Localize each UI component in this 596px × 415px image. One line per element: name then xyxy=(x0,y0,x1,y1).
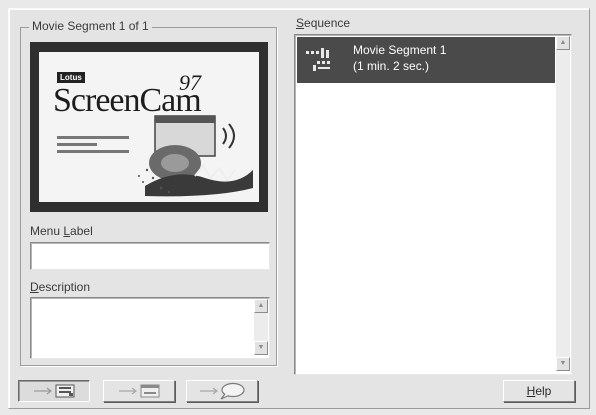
menu-label-caption: Menu Label xyxy=(30,224,93,238)
sequence-caption: Sequence xyxy=(296,16,351,30)
scroll-down-button[interactable]: ▼ xyxy=(254,341,268,355)
screencam-graphic-icon xyxy=(138,115,253,197)
screen-segment-button[interactable] xyxy=(18,380,90,402)
preview-caption-lines xyxy=(57,136,129,157)
sequence-scrollbar[interactable]: ▲ ▼ xyxy=(556,36,570,371)
preview-frame: Lotus ScreenCam 97 xyxy=(39,52,259,202)
balloon-segment-button[interactable] xyxy=(186,380,258,402)
segment-title: Movie Segment 1 xyxy=(353,43,447,57)
segment-caption-icon xyxy=(119,384,160,398)
list-item[interactable]: Movie Segment 1 (1 min. 2 sec.) xyxy=(297,37,555,83)
segment-screen-icon xyxy=(34,384,75,398)
movie-segment-group-title: Movie Segment 1 of 1 xyxy=(29,19,152,33)
segment-preview: Lotus ScreenCam 97 xyxy=(30,42,268,212)
scroll-up-button[interactable]: ▲ xyxy=(254,299,268,313)
description-scrollbar[interactable]: ▲ ▼ xyxy=(254,299,268,355)
description-caption: Description xyxy=(30,280,91,294)
sequence-list[interactable]: Movie Segment 1 (1 min. 2 sec.) ▲ ▼ xyxy=(294,34,572,375)
help-button[interactable]: Help xyxy=(503,380,575,402)
preview-version: 97 xyxy=(179,70,201,95)
menu-label-input[interactable] xyxy=(30,242,270,270)
caption-segment-button[interactable] xyxy=(103,380,175,402)
segment-duration: (1 min. 2 sec.) xyxy=(353,59,430,73)
segment-balloon-icon xyxy=(200,382,245,400)
help-button-label: Help xyxy=(526,384,552,398)
description-textarea[interactable]: ▲ ▼ xyxy=(30,297,270,359)
scroll-up-button[interactable]: ▲ xyxy=(556,36,570,50)
movie-film-icon xyxy=(306,48,330,71)
scroll-down-button[interactable]: ▼ xyxy=(556,357,570,371)
